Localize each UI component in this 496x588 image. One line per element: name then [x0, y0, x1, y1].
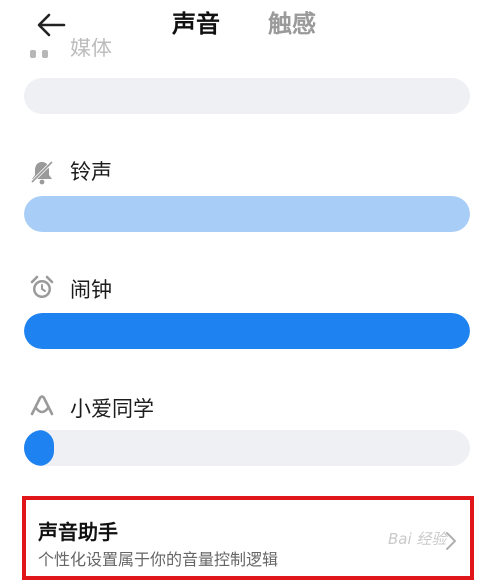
- watermark: Bai 经验: [388, 530, 447, 548]
- media-label: 媒体: [70, 38, 112, 60]
- media-icon: [30, 50, 48, 58]
- sound-assistant-subtitle: 个性化设置属于你的音量控制逻辑: [38, 550, 279, 569]
- xiaoai-volume-slider[interactable]: [24, 430, 470, 466]
- alarm-label: 闹钟: [70, 278, 112, 302]
- sound-assistant-title: 声音助手: [38, 520, 118, 544]
- tab-haptic[interactable]: 触感: [268, 4, 316, 39]
- alarm-clock-icon: [30, 275, 54, 298]
- xiaoai-volume-fill: [24, 430, 54, 466]
- alarm-volume-fill: [24, 313, 470, 349]
- xiaoai-icon: [30, 395, 54, 416]
- tab-sound[interactable]: 声音: [172, 4, 220, 39]
- media-volume-slider[interactable]: [24, 78, 470, 114]
- back-arrow-icon[interactable]: [34, 10, 68, 40]
- bell-muted-icon: [30, 160, 54, 185]
- ringtone-volume-fill: [24, 196, 470, 232]
- ringtone-label: 铃声: [70, 160, 112, 184]
- ringtone-volume-slider[interactable]: [24, 196, 470, 232]
- xiaoai-label: 小爱同学: [70, 397, 154, 421]
- alarm-volume-slider[interactable]: [24, 313, 470, 349]
